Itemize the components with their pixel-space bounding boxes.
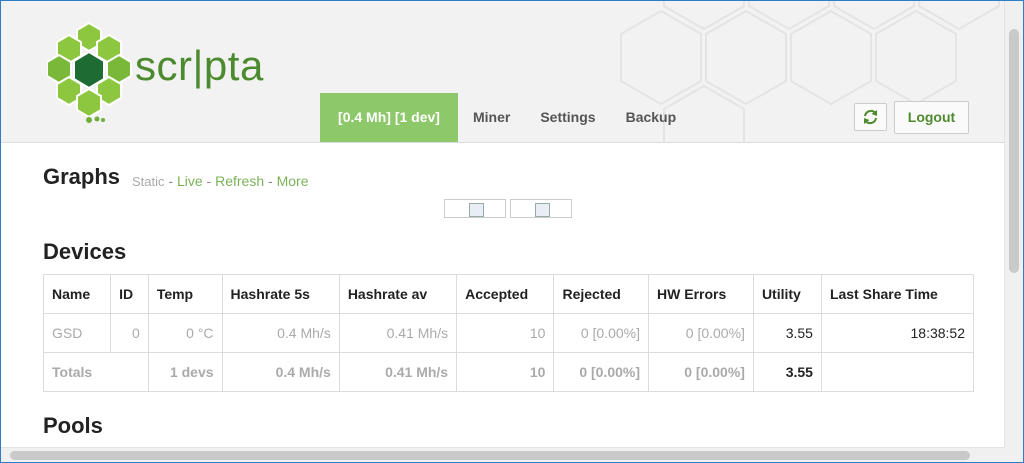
graph-link-separator: - (164, 173, 177, 189)
devices-title: Devices (43, 239, 127, 264)
main-nav: [0.4 Mh] [1 dev] Miner Settings Backup (320, 93, 691, 142)
nav-tab-backup[interactable]: Backup (611, 93, 692, 142)
broken-image-icon (535, 203, 550, 217)
brand-name: scr|pta (135, 45, 264, 87)
table-cell: 0 [0.00%] (648, 352, 754, 392)
table-cell: GSD (42, 313, 112, 353)
scrollbar-corner (1004, 447, 1023, 462)
graph-links: Static - Live - Refresh - More (132, 173, 309, 189)
table-cell: 0.41 Mh/s (338, 352, 458, 392)
column-header: HW Errors (648, 274, 754, 314)
column-header: Hashrate 5s (221, 274, 340, 314)
column-header: Hashrate av (338, 274, 458, 314)
graph-link-separator: - (202, 173, 216, 189)
broken-image-icon (469, 203, 484, 217)
table-cell: 0 [0.00%] (553, 313, 650, 353)
pools-title: Pools (43, 413, 103, 438)
logout-button[interactable]: Logout (894, 101, 969, 134)
table-cell: 0 [0.00%] (648, 313, 754, 353)
horizontal-scrollbar[interactable] (1, 447, 1004, 462)
column-header: Temp (147, 274, 223, 314)
browser-window: scr|pta [0.4 Mh] [1 dev] Miner Settings … (0, 0, 1024, 463)
table-row: GSD 0 0 °C 0.4 Mh/s 0.41 Mh/s 10 0 [0.00… (42, 313, 975, 353)
graph-link-static[interactable]: Static (132, 174, 165, 189)
table-cell: 0 °C (147, 313, 223, 353)
column-header: Last Share Time (820, 274, 975, 314)
column-header: Utility (752, 274, 822, 314)
vertical-scrollbar[interactable] (1004, 1, 1023, 447)
table-header-row: Name ID Temp Hashrate 5s Hashrate av Acc… (42, 274, 975, 314)
graph-link-live[interactable]: Live (177, 173, 203, 189)
horizontal-scrollbar-thumb[interactable] (10, 451, 970, 460)
table-cell: 0 [0.00%] (553, 352, 650, 392)
nav-tab-summary[interactable]: [0.4 Mh] [1 dev] (320, 93, 458, 142)
brand-name-right: pta (203, 42, 264, 89)
devices-table: Name ID Temp Hashrate 5s Hashrate av Acc… (42, 274, 975, 392)
table-cell (820, 352, 975, 392)
graph-link-refresh[interactable]: Refresh (215, 173, 264, 189)
table-cell: 10 (456, 352, 555, 392)
column-header: Accepted (456, 274, 555, 314)
vertical-scrollbar-thumb[interactable] (1009, 29, 1019, 273)
refresh-icon (864, 109, 877, 125)
table-cell: 0 (110, 313, 149, 353)
graph-image-broken (510, 199, 572, 218)
table-cell: 0.4 Mh/s (221, 352, 340, 392)
refresh-button[interactable] (854, 103, 887, 131)
table-cell: 0.4 Mh/s (221, 313, 340, 353)
table-cell: Totals (43, 352, 149, 392)
graph-link-separator: - (264, 173, 277, 189)
totals-row: Totals 1 devs 0.4 Mh/s 0.41 Mh/s 10 0 [0… (43, 352, 975, 392)
table-cell: 10 (456, 313, 555, 353)
column-header: Name (42, 274, 112, 314)
table-cell: 1 devs (147, 352, 223, 392)
graphs-title: Graphs (43, 164, 121, 189)
brand-name-left: scr (135, 42, 193, 89)
scripta-logo-icon (47, 21, 132, 123)
graph-images (444, 199, 572, 218)
app-header: scr|pta [0.4 Mh] [1 dev] Miner Settings … (1, 1, 1004, 143)
column-header: Rejected (553, 274, 650, 314)
table-cell: 3.55 (752, 313, 822, 353)
brand-name-separator: | (192, 42, 204, 89)
graph-image-broken (444, 199, 506, 218)
table-cell: 3.55 (752, 352, 822, 392)
nav-tab-miner[interactable]: Miner (458, 93, 525, 142)
column-header: ID (110, 274, 149, 314)
table-cell: 18:38:52 (820, 313, 975, 353)
table-cell: 0.41 Mh/s (338, 313, 458, 353)
graph-link-more[interactable]: More (277, 173, 309, 189)
nav-tab-settings[interactable]: Settings (525, 93, 610, 142)
